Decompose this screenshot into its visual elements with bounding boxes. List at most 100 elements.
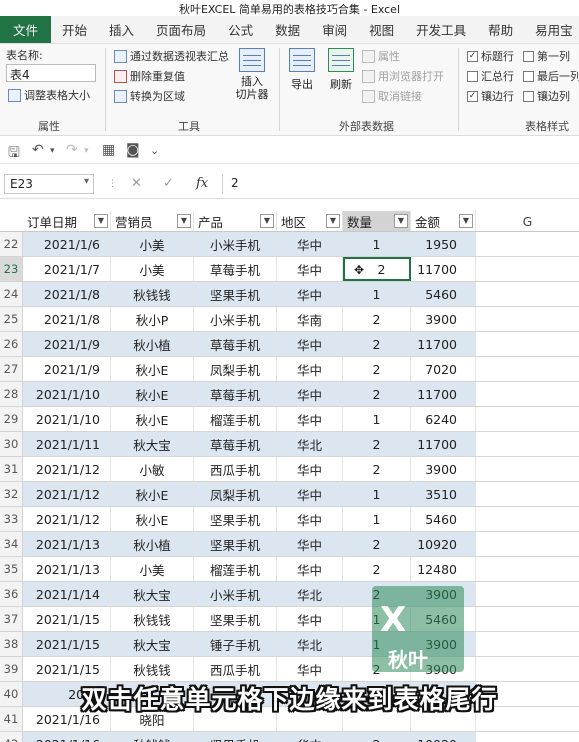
column-header-g[interactable]: G (476, 211, 579, 231)
cell-prod[interactable]: 西瓜手机 (194, 657, 277, 681)
table-name-input[interactable]: 表4 (6, 64, 96, 82)
cell-date[interactable]: 2021/1/8 (23, 282, 111, 306)
cell-g[interactable] (476, 307, 579, 331)
cell-qty[interactable]: 1 (343, 232, 411, 256)
first-column-option[interactable]: 第一列 (523, 48, 570, 64)
banded-rows-option[interactable]: ✓ 镶边行 (467, 88, 514, 104)
column-header-2[interactable]: 产品 ▼ (194, 211, 277, 231)
cell-rep[interactable]: 小美 (111, 557, 194, 581)
cell-date[interactable]: 2021/1/12 (23, 482, 111, 506)
insert-slicer-button[interactable]: 插入 切片器 (234, 48, 270, 101)
cell-rep[interactable]: 秋小E (111, 407, 194, 431)
cell-date[interactable]: 2021/1/11 (23, 432, 111, 456)
cell-rep[interactable]: 秋钱钱 (111, 732, 194, 742)
row-number[interactable]: 34 (0, 532, 23, 556)
name-box[interactable]: E23 ▾ (4, 174, 94, 194)
cell-g[interactable] (476, 632, 579, 656)
cell-qty[interactable]: 1 (343, 507, 411, 531)
cell-prod[interactable]: 小米手机 (194, 307, 277, 331)
tab-0[interactable]: 文件 (0, 16, 52, 43)
cell-amt[interactable]: 10920 (411, 732, 476, 742)
tab-1[interactable]: 开始 (51, 16, 98, 43)
cell-g[interactable] (476, 607, 579, 631)
cell-g[interactable] (476, 557, 579, 581)
cell-prod[interactable]: 榴莲手机 (194, 557, 277, 581)
properties-button[interactable]: 属性 (362, 48, 400, 64)
row-number[interactable]: 29 (0, 407, 23, 431)
cell-prod[interactable]: 坚果手机 (194, 607, 277, 631)
row-number[interactable]: 26 (0, 332, 23, 356)
cell-qty[interactable]: 2 (343, 432, 411, 456)
cell-prod[interactable]: 凤梨手机 (194, 482, 277, 506)
cell-rep[interactable]: 秋大宝 (111, 432, 194, 456)
cell-date[interactable]: 2021/1/9 (23, 332, 111, 356)
cell-qty[interactable]: 1 (343, 482, 411, 506)
cell-g[interactable] (476, 657, 579, 681)
row-number[interactable]: 22 (0, 232, 23, 256)
redo-dropdown-icon[interactable]: ▾ (84, 146, 89, 156)
open-in-browser-button[interactable]: 用浏览器打开 (362, 68, 444, 84)
tab-8[interactable]: 开发工具 (405, 16, 477, 43)
cell-amt[interactable]: 7020 (411, 357, 476, 381)
cell-region[interactable]: 华中 (277, 482, 343, 506)
formula-input[interactable]: 2 (222, 174, 579, 194)
tab-6[interactable]: 审阅 (311, 16, 358, 43)
cell-date[interactable]: 2021/1/13 (23, 532, 111, 556)
cell-prod[interactable]: 小米手机 (194, 582, 277, 606)
save-icon[interactable]: 🖫 (8, 142, 20, 166)
cell-rep[interactable]: 秋大宝 (111, 632, 194, 656)
cell-date[interactable]: 2021/1/15 (23, 607, 111, 631)
cell-region[interactable]: 华中 (277, 457, 343, 481)
cell-qty[interactable]: 2 (343, 332, 411, 356)
cell-region[interactable]: 华中 (277, 382, 343, 406)
cell-region[interactable]: 华南 (277, 307, 343, 331)
cell-region[interactable]: 华北 (277, 432, 343, 456)
cell-g[interactable] (476, 232, 579, 256)
column-header-5[interactable]: 金额 ▼ (411, 211, 476, 231)
cell-region[interactable]: 华中 (277, 332, 343, 356)
cell-region[interactable]: 华中 (277, 507, 343, 531)
cell-date[interactable]: 2021/1/7 (23, 257, 111, 281)
cell-date[interactable]: 2021/1/9 (23, 357, 111, 381)
cell-date[interactable]: 2021/1/10 (23, 407, 111, 431)
tab-3[interactable]: 页面布局 (145, 16, 217, 43)
insert-function-icon[interactable]: fx (196, 176, 208, 191)
tab-5[interactable]: 数据 (264, 16, 311, 43)
undo-dropdown-icon[interactable]: ▾ (50, 146, 55, 156)
cell-g[interactable] (476, 457, 579, 481)
filter-dropdown-icon[interactable]: ▼ (394, 214, 408, 228)
remove-duplicates-button[interactable]: 删除重复值 (114, 68, 185, 84)
cell-date[interactable]: 2021/1/13 (23, 557, 111, 581)
cell-g[interactable] (476, 332, 579, 356)
cell-region[interactable]: 华中 (277, 282, 343, 306)
cell-g[interactable] (476, 532, 579, 556)
banded-columns-option[interactable]: 镶边列 (523, 88, 570, 104)
row-number[interactable]: 42 (0, 732, 23, 742)
cell-date[interactable]: 2021/1/12 (23, 457, 111, 481)
cell-amt[interactable]: 10920 (411, 532, 476, 556)
row-number[interactable]: 35 (0, 557, 23, 581)
name-box-dropdown-icon[interactable]: ▾ (84, 176, 89, 187)
cell-g[interactable] (476, 582, 579, 606)
cell-amt[interactable]: 12480 (411, 557, 476, 581)
cell-prod[interactable]: 小米手机 (194, 232, 277, 256)
unlink-button[interactable]: 取消链接 (362, 88, 422, 104)
cell-date[interactable]: 2021/1/8 (23, 307, 111, 331)
cell-qty[interactable]: 2 (343, 557, 411, 581)
row-number[interactable]: 23 (0, 257, 23, 281)
cell-rep[interactable]: 秋钱钱 (111, 282, 194, 306)
cell-rep[interactable]: 小美 (111, 232, 194, 256)
cell-rep[interactable]: 秋钱钱 (111, 607, 194, 631)
cell-qty[interactable]: 2 (343, 732, 411, 742)
refresh-button[interactable]: 刷新 (326, 48, 356, 92)
cell-amt[interactable]: 3510 (411, 482, 476, 506)
undo-icon[interactable]: ↶ (32, 142, 44, 158)
filter-dropdown-icon[interactable]: ▼ (459, 214, 473, 228)
row-number[interactable]: 30 (0, 432, 23, 456)
tab-7[interactable]: 视图 (358, 16, 405, 43)
summarize-pivot-button[interactable]: 通过数据透视表汇总 (114, 48, 229, 64)
cell-qty[interactable]: 2 (343, 382, 411, 406)
tab-10[interactable]: 易用宝 (524, 16, 579, 43)
cell-qty[interactable]: 2 (343, 457, 411, 481)
cell-g[interactable] (476, 382, 579, 406)
